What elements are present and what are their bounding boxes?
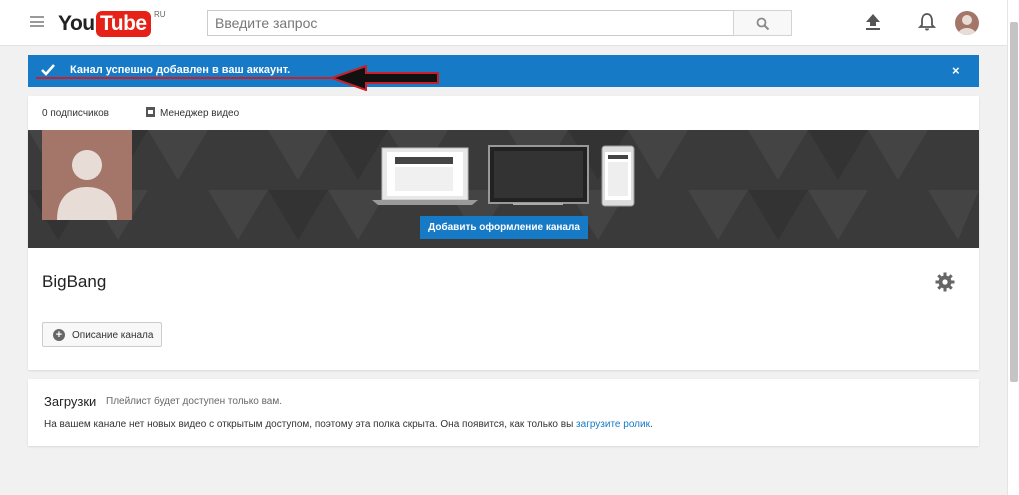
logo-text-you: You [58,12,95,35]
uploads-message-end: . [649,419,653,430]
notifications-button[interactable] [917,12,937,32]
page-scrollbar[interactable] [1007,0,1019,495]
annotation-arrow-icon [330,65,439,91]
gear-icon [935,272,955,292]
laptop-illustration [372,147,478,205]
subscriber-count: 0 подписчиков [42,108,109,119]
tv-illustration [488,145,589,205]
upload-icon [866,14,880,30]
film-icon [146,107,155,117]
success-alert: Канал успешно добавлен в ваш аккаунт. × [28,55,979,91]
search-icon [756,17,770,31]
uploads-title: Загрузки [44,394,97,409]
phone-illustration [601,145,635,207]
channel-name: BigBang [42,272,107,291]
alert-message: Канал успешно добавлен в ваш аккаунт. [70,64,291,76]
close-icon[interactable]: × [952,63,960,78]
channel-description-button[interactable]: + Описание канала [42,322,162,347]
account-avatar[interactable] [955,11,979,35]
logo-text-tube: Tube [96,11,151,37]
channel-avatar[interactable] [42,130,132,220]
upload-video-link[interactable]: загрузите ролик [576,419,650,430]
checkmark-icon [41,64,55,76]
annotation-underline [36,77,336,79]
user-silhouette-icon [958,15,976,35]
uploads-message: На вашем канале нет новых видео с открыт… [44,419,653,430]
user-silhouette-icon [57,150,117,220]
uploads-subtitle: Плейлист будет доступен только вам. [106,396,283,407]
add-channel-art-button[interactable]: Добавить оформление канала [420,216,588,239]
upload-button[interactable] [864,12,882,32]
channel-card: 0 подписчиков Менеджер видео Добавить оф… [28,96,979,370]
search-input[interactable] [207,10,733,36]
channel-banner: Добавить оформление канала [28,130,979,248]
search-button[interactable] [733,10,792,36]
uploads-message-text: На вашем канале нет новых видео с открыт… [44,419,577,430]
video-manager-label: Менеджер видео [160,108,240,119]
description-button-label: Описание канала [72,330,154,341]
top-header: You Tube RU [0,0,1007,46]
scrollbar-thumb[interactable] [1010,22,1018,382]
bell-icon [917,13,937,31]
video-manager-link[interactable]: Менеджер видео [146,107,239,119]
menu-icon[interactable] [30,16,44,27]
channel-settings-button[interactable] [935,272,955,292]
add-circle-icon: + [53,329,65,341]
uploads-card: Загрузки Плейлист будет доступен только … [28,379,979,446]
logo-region: RU [154,10,166,19]
